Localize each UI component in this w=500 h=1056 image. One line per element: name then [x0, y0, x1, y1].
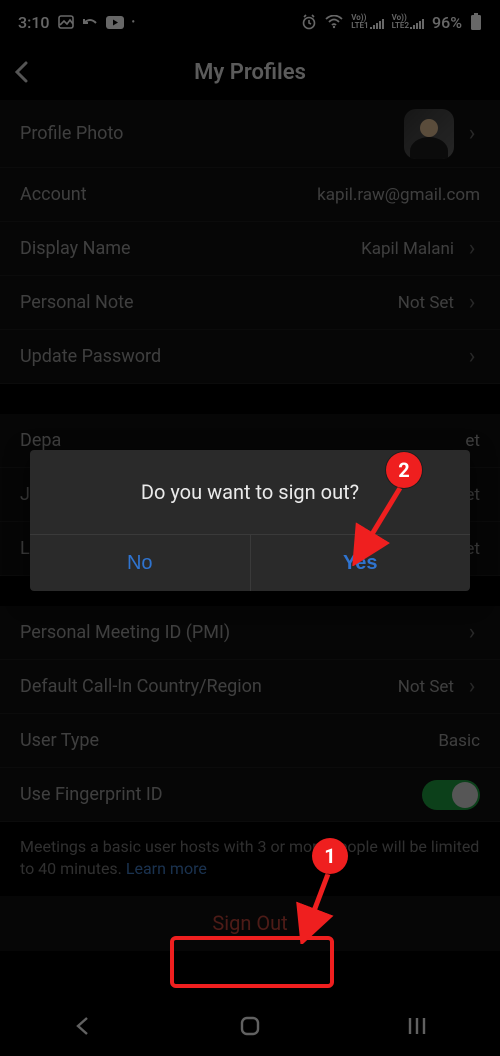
row-update-password[interactable]: Update Password ›: [0, 330, 500, 384]
row-account: Account kapil.raw@gmail.com: [0, 168, 500, 222]
dot-icon: •: [132, 17, 136, 28]
chevron-right-icon: ›: [464, 344, 480, 369]
profile-section: Profile Photo › Account kapil.raw@gmail.…: [0, 100, 500, 384]
wifi-icon: [325, 15, 343, 29]
chevron-right-icon: ›: [464, 620, 480, 645]
missed-call-icon: [82, 15, 98, 29]
row-callin-country[interactable]: Default Call-In Country/Region Not Set ›: [0, 660, 500, 714]
back-button[interactable]: [14, 44, 28, 100]
hint-text: Meetings a basic user hosts with 3 or mo…: [20, 837, 479, 878]
value: et: [465, 431, 480, 451]
header: My Profiles: [0, 44, 500, 100]
label: Display Name: [20, 238, 361, 259]
row-user-type: User Type Basic: [0, 714, 500, 768]
meeting-section: Personal Meeting ID (PMI) › Default Call…: [0, 606, 500, 822]
android-nav-bar: [0, 1000, 500, 1056]
row-profile-photo[interactable]: Profile Photo ›: [0, 100, 500, 168]
youtube-icon: [106, 16, 124, 29]
label: Update Password: [20, 346, 454, 367]
value: kapil.raw@gmail.com: [317, 185, 480, 205]
annotation-arrow-2: [348, 484, 408, 566]
label: Profile Photo: [20, 123, 404, 144]
label: Use Fingerprint ID: [20, 784, 422, 805]
alarm-icon: [301, 14, 317, 30]
page-title: My Profiles: [194, 60, 306, 85]
lte2-icon: Vo))LTE2: [392, 14, 424, 30]
battery-percent: 96%: [432, 13, 462, 32]
chevron-right-icon: ›: [464, 236, 480, 261]
value: Not Set: [398, 677, 454, 697]
chevron-right-icon: ›: [464, 121, 480, 146]
row-pmi[interactable]: Personal Meeting ID (PMI) ›: [0, 606, 500, 660]
chevron-right-icon: ›: [464, 290, 480, 315]
annotation-marker-1: 1: [312, 838, 348, 874]
label: Account: [20, 184, 317, 205]
value: Not Set: [398, 293, 454, 313]
row-personal-note[interactable]: Personal Note Not Set ›: [0, 276, 500, 330]
label: Default Call-In Country/Region: [20, 676, 398, 697]
value: Kapil Malani: [361, 239, 454, 259]
label: Depa: [20, 430, 465, 451]
nav-home-icon[interactable]: [238, 1014, 262, 1042]
annotation-arrow-1: [294, 870, 338, 944]
row-display-name[interactable]: Display Name Kapil Malani ›: [0, 222, 500, 276]
learn-more-link[interactable]: Learn more: [126, 859, 207, 878]
label: Personal Note: [20, 292, 398, 313]
label: Personal Meeting ID (PMI): [20, 622, 454, 643]
chevron-right-icon: ›: [464, 674, 480, 699]
nav-back-icon[interactable]: [72, 1015, 94, 1041]
annotation-marker-2: 2: [386, 452, 422, 488]
label: User Type: [20, 730, 438, 751]
sign-out-label: Sign Out: [212, 911, 287, 935]
image-icon: [58, 15, 74, 29]
avatar: [404, 109, 454, 159]
status-bar: 3:10 • Vo))LTE1 Vo))LTE2 96%: [0, 0, 500, 44]
value: Basic: [438, 731, 480, 751]
clock: 3:10: [18, 13, 50, 32]
row-fingerprint[interactable]: Use Fingerprint ID: [0, 768, 500, 822]
battery-icon: [470, 13, 482, 31]
lte1-icon: Vo))LTE1: [351, 14, 383, 30]
dialog-no-button[interactable]: No: [30, 535, 250, 591]
fingerprint-toggle[interactable]: [422, 780, 480, 810]
basic-user-hint: Meetings a basic user hosts with 3 or mo…: [0, 822, 500, 895]
nav-recents-icon[interactable]: [406, 1016, 428, 1040]
